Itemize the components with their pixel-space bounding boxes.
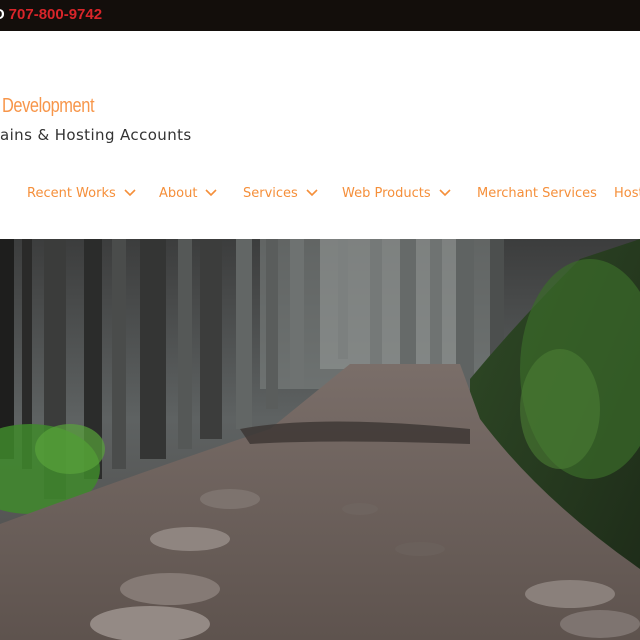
site-title[interactable]: Development — [2, 95, 95, 118]
top-bar: O707-800-9742 — [0, 0, 640, 31]
nav-item-label: Web Products — [342, 185, 431, 201]
site-header: Development ains & Hosting Accounts — [0, 31, 640, 239]
nav-item-label: About — [159, 185, 198, 201]
nav-item-services[interactable]: Services — [243, 183, 318, 203]
phone-prefix: O — [0, 6, 5, 23]
nav-item-hosting[interactable]: Host — [614, 183, 640, 203]
nav-item-label: Services — [243, 185, 298, 201]
nav-item-label: Recent Works — [27, 185, 116, 201]
chevron-down-icon — [306, 189, 318, 197]
phone-contact[interactable]: O707-800-9742 — [0, 0, 102, 31]
nav-item-merchant-services[interactable]: Merchant Services — [477, 183, 597, 203]
nav-item-label: Merchant Services — [477, 185, 597, 201]
nav-item-about[interactable]: About — [159, 183, 218, 203]
nav-item-web-products[interactable]: Web Products — [342, 183, 451, 203]
chevron-down-icon — [205, 189, 218, 197]
main-navigation: Recent Works About Services Web Products… — [0, 183, 640, 203]
nav-item-recent-works[interactable]: Recent Works — [27, 183, 136, 203]
nav-item-label: Host — [614, 185, 640, 201]
phone-number[interactable]: 707-800-9742 — [9, 6, 102, 23]
chevron-down-icon — [124, 189, 136, 197]
hero-image — [0, 239, 640, 640]
forest-path-photo — [0, 239, 640, 640]
site-tagline: ains & Hosting Accounts — [0, 126, 192, 144]
chevron-down-icon — [439, 189, 451, 197]
